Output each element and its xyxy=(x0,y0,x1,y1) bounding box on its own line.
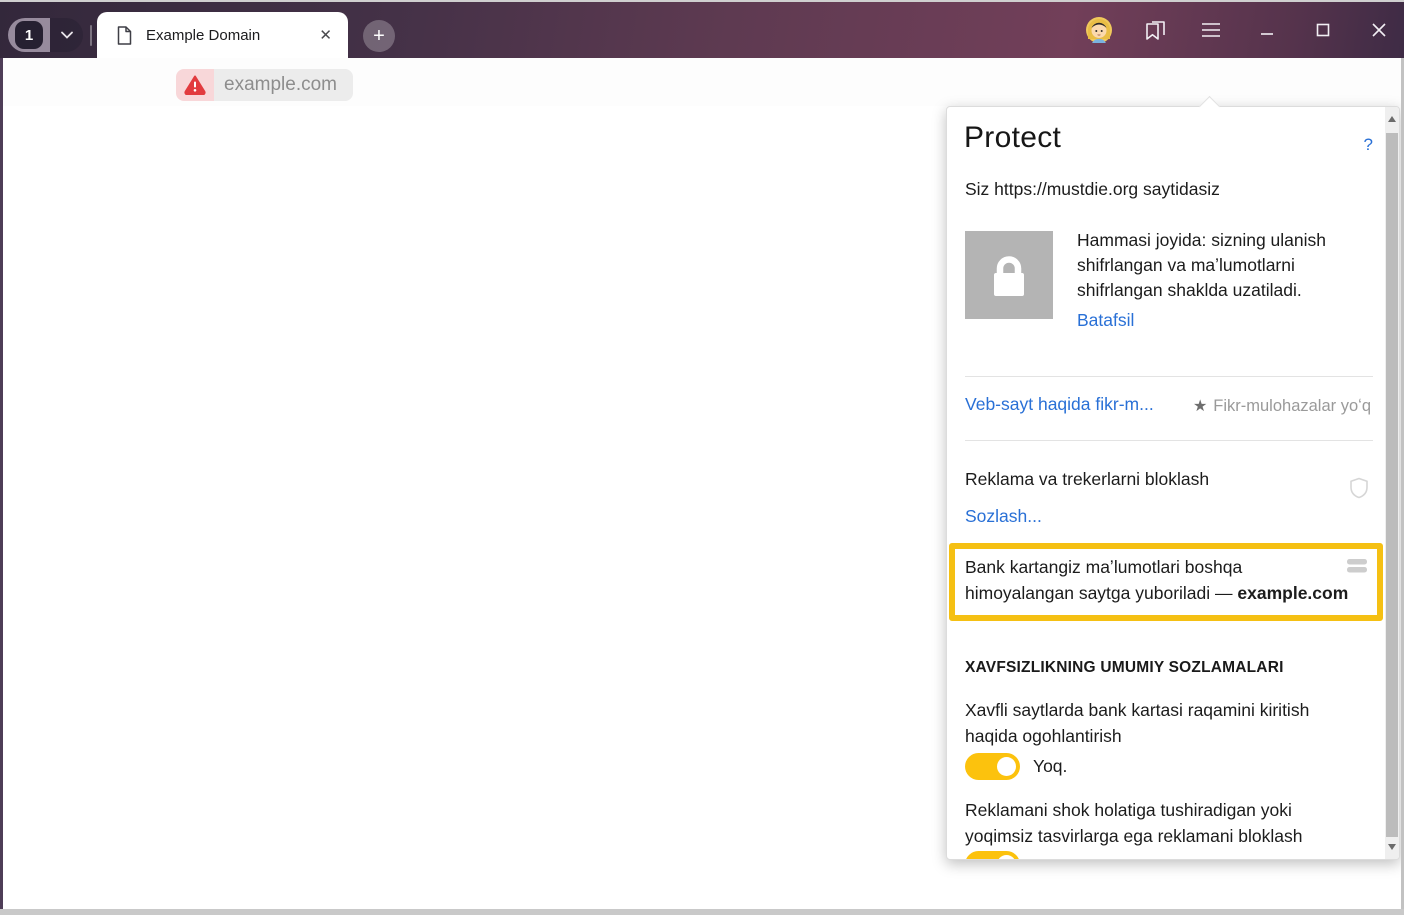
protect-panel: Protect ? Siz https://mustdie.org saytid… xyxy=(946,106,1400,860)
warning-triangle-icon xyxy=(184,75,206,95)
small-card-icon xyxy=(1347,559,1367,578)
address-bar[interactable]: example.com xyxy=(176,69,353,101)
maximize-button[interactable] xyxy=(1310,17,1336,43)
titlebar-separator xyxy=(90,25,92,46)
triangle-down-icon xyxy=(1388,844,1396,850)
notice-domain: example.com xyxy=(1237,583,1348,603)
tab-close-icon[interactable]: ✕ xyxy=(319,28,332,43)
bank-card-notice: Bank kartangiz maʼlumotlari boshqa himoy… xyxy=(949,543,1383,621)
divider xyxy=(965,376,1373,377)
toggle-knob xyxy=(997,757,1016,776)
help-link[interactable]: ? xyxy=(1364,135,1373,155)
security-section-header: XAVFSIZLIKNING UMUMIY SOZLAMALARI xyxy=(965,659,1284,677)
shock-ads-setting-text: Reklamani shok holatiga tushiradigan yok… xyxy=(965,797,1303,849)
star-icon: ★ xyxy=(1193,396,1207,416)
tab-example-domain[interactable]: Example Domain ✕ xyxy=(97,12,348,58)
site-feedback-link[interactable]: Veb-sayt haqida fikr-m... xyxy=(965,394,1154,415)
card-warning-setting-text: Xavfli saytlarda bank kartasi raqamini k… xyxy=(965,697,1309,749)
minimize-button[interactable] xyxy=(1254,17,1280,43)
new-tab-button[interactable]: + xyxy=(363,20,395,52)
bank-card-notice-text: Bank kartangiz maʼlumotlari boshqa himoy… xyxy=(965,554,1348,606)
minimize-icon xyxy=(1260,23,1274,37)
panels-bookmark-icon xyxy=(1144,19,1166,41)
close-window-button[interactable] xyxy=(1366,17,1392,43)
security-warning-badge[interactable] xyxy=(176,69,214,101)
hamburger-menu-icon xyxy=(1201,22,1221,38)
panel-scrollbar[interactable] xyxy=(1385,107,1399,860)
toggle-knob xyxy=(997,855,1016,860)
connection-status-text: Hammasi joyida: sizning ulanish shifrlan… xyxy=(1077,228,1377,303)
scroll-down-button[interactable] xyxy=(1385,840,1399,854)
reviews-status: ★ Fikr-mulohazalar yoʻq xyxy=(1193,396,1371,416)
reviews-label: Fikr-mulohazalar yoʻq xyxy=(1213,397,1371,416)
tab-list-dropdown[interactable] xyxy=(50,18,83,52)
details-link[interactable]: Batafsil xyxy=(1077,310,1134,331)
maximize-icon xyxy=(1316,23,1330,37)
profile-avatar[interactable] xyxy=(1086,17,1112,43)
page-icon xyxy=(117,26,132,45)
side-panels-button[interactable] xyxy=(1142,17,1168,43)
url-text[interactable]: example.com xyxy=(214,69,353,101)
adblock-settings-link[interactable]: Sozlash... xyxy=(965,506,1042,527)
triangle-up-icon xyxy=(1388,116,1396,122)
window-border-bottom xyxy=(0,909,1404,915)
connection-status-thumbnail xyxy=(965,231,1053,319)
scrollbar-thumb[interactable] xyxy=(1386,133,1398,837)
shield-outline-icon xyxy=(1349,477,1369,504)
shock-ads-toggle[interactable] xyxy=(965,851,1020,860)
browser-menu-button[interactable] xyxy=(1198,17,1224,43)
titlebar: 1 Example Domain ✕ + xyxy=(0,2,1404,58)
lock-icon xyxy=(986,252,1032,298)
tab-title: Example Domain xyxy=(146,27,319,44)
card-warning-toggle-state: Yoq. xyxy=(1033,756,1067,777)
adblock-title: Reklama va trekerlarni bloklash xyxy=(965,469,1209,490)
tab-group-control[interactable]: 1 xyxy=(8,18,83,52)
panel-title: Protect xyxy=(964,121,1061,155)
avatar-girl-icon xyxy=(1086,17,1112,43)
card-warning-toggle[interactable] xyxy=(965,753,1020,780)
window-border-left xyxy=(0,58,3,915)
scroll-up-button[interactable] xyxy=(1385,112,1399,126)
tab-counter-button[interactable]: 1 xyxy=(8,18,50,52)
browser-window: 1 Example Domain ✕ + xyxy=(0,0,1404,915)
close-icon xyxy=(1371,22,1387,38)
chevron-down-icon xyxy=(61,31,73,39)
divider xyxy=(965,440,1373,441)
current-site-text: Siz https://mustdie.org saytidasiz xyxy=(965,179,1220,200)
tab-counter[interactable]: 1 xyxy=(15,21,43,49)
